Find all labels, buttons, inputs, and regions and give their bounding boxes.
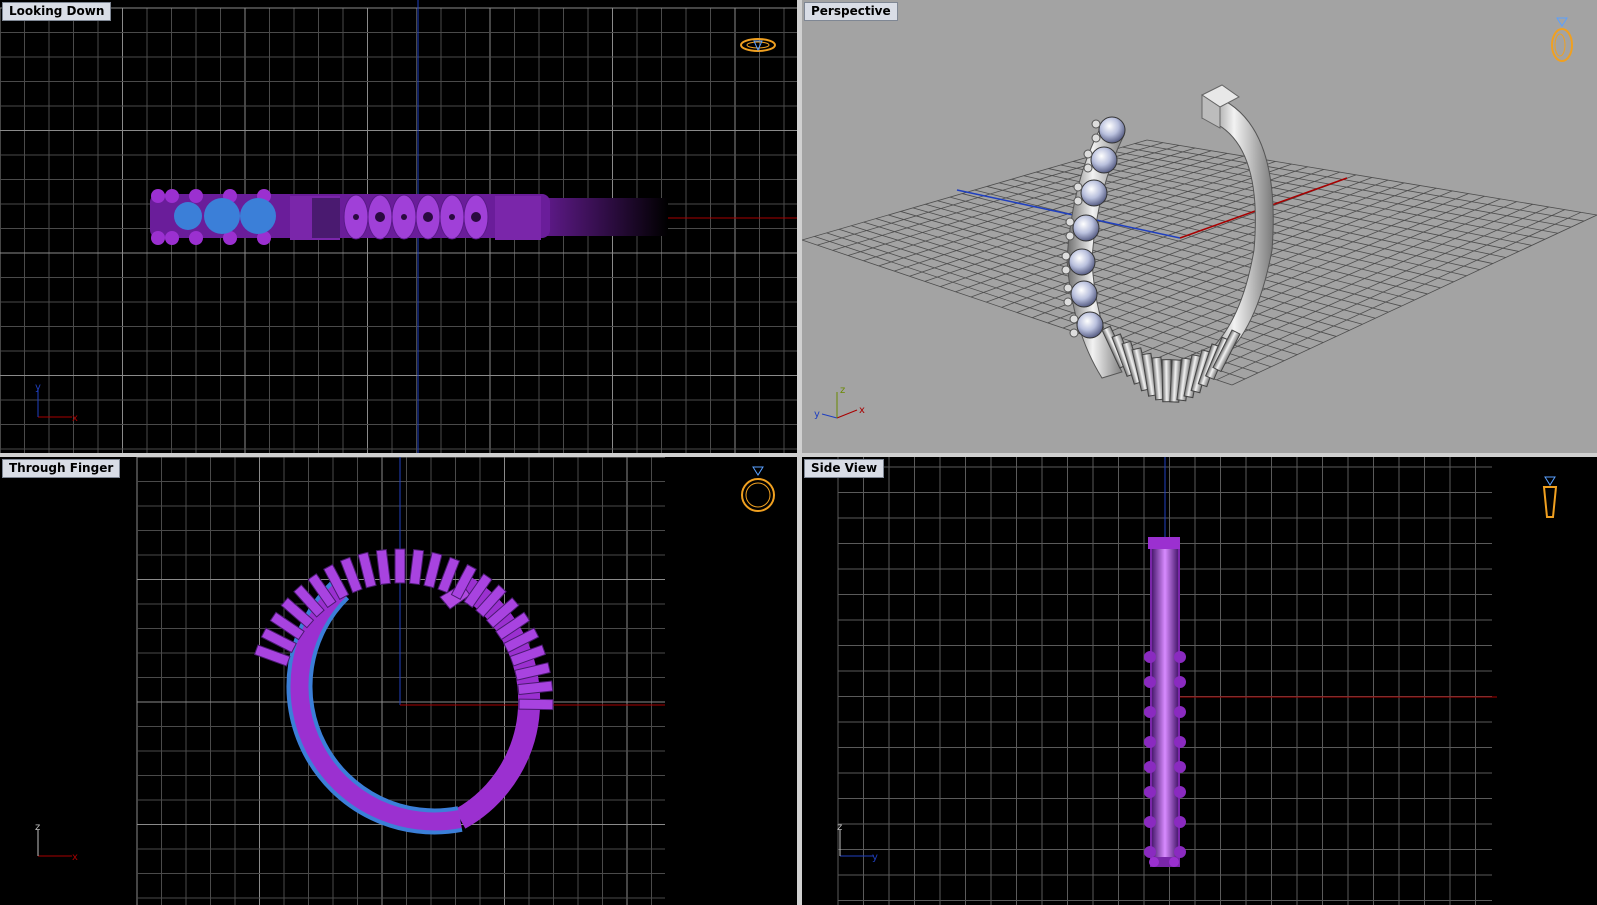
viewport-side-view[interactable]: Side View y z: [802, 457, 1597, 905]
looking-down-canvas[interactable]: x y: [0, 0, 797, 453]
axis-tripod: y z: [837, 822, 878, 863]
viewport-label-perspective[interactable]: Perspective: [804, 2, 898, 21]
perspective-grid: [802, 139, 1597, 386]
ring-front-icon[interactable]: [741, 466, 775, 512]
axis-tripod: x y z: [814, 385, 865, 420]
through-finger-canvas[interactable]: x z: [0, 457, 797, 905]
viewport-label-side-view[interactable]: Side View: [804, 459, 885, 478]
axis-tripod: x z: [35, 822, 78, 863]
axis-y-label: y: [872, 852, 878, 863]
viewport-label-looking-down[interactable]: Looking Down: [2, 2, 112, 21]
axis-z-label: z: [837, 822, 842, 833]
ring-top-model[interactable]: [150, 189, 668, 245]
axis-x-label: x: [72, 413, 78, 424]
viewport-splitter-horizontal[interactable]: [0, 453, 1597, 457]
ring-side-model[interactable]: [1144, 537, 1186, 867]
viewport-perspective[interactable]: Perspective x y z: [802, 0, 1597, 453]
axis-tripod: x y: [35, 382, 78, 424]
axis-x-label: x: [72, 852, 78, 863]
axis-z-label: z: [35, 822, 40, 833]
axis-x-label: x: [859, 405, 865, 416]
ring-side-icon[interactable]: [1542, 476, 1558, 518]
viewport-label-through-finger[interactable]: Through Finger: [2, 459, 121, 478]
ring-front-model[interactable]: [253, 548, 554, 835]
axis-y-label: y: [814, 409, 820, 420]
axis-z-label: z: [840, 385, 845, 396]
grid: [136, 457, 665, 905]
ring-top-icon[interactable]: [740, 38, 776, 52]
side-view-canvas[interactable]: y z: [802, 457, 1597, 905]
ring-perspective-icon[interactable]: [1551, 17, 1573, 62]
axis-y-label: y: [35, 382, 41, 393]
perspective-canvas[interactable]: x y z: [802, 0, 1597, 453]
y-axis-line: [956, 189, 1181, 239]
ring-perspective-model[interactable]: [1061, 84, 1274, 403]
viewport-through-finger[interactable]: Through Finger x z: [0, 457, 797, 905]
viewport-looking-down[interactable]: Looking Down x y: [0, 0, 797, 453]
